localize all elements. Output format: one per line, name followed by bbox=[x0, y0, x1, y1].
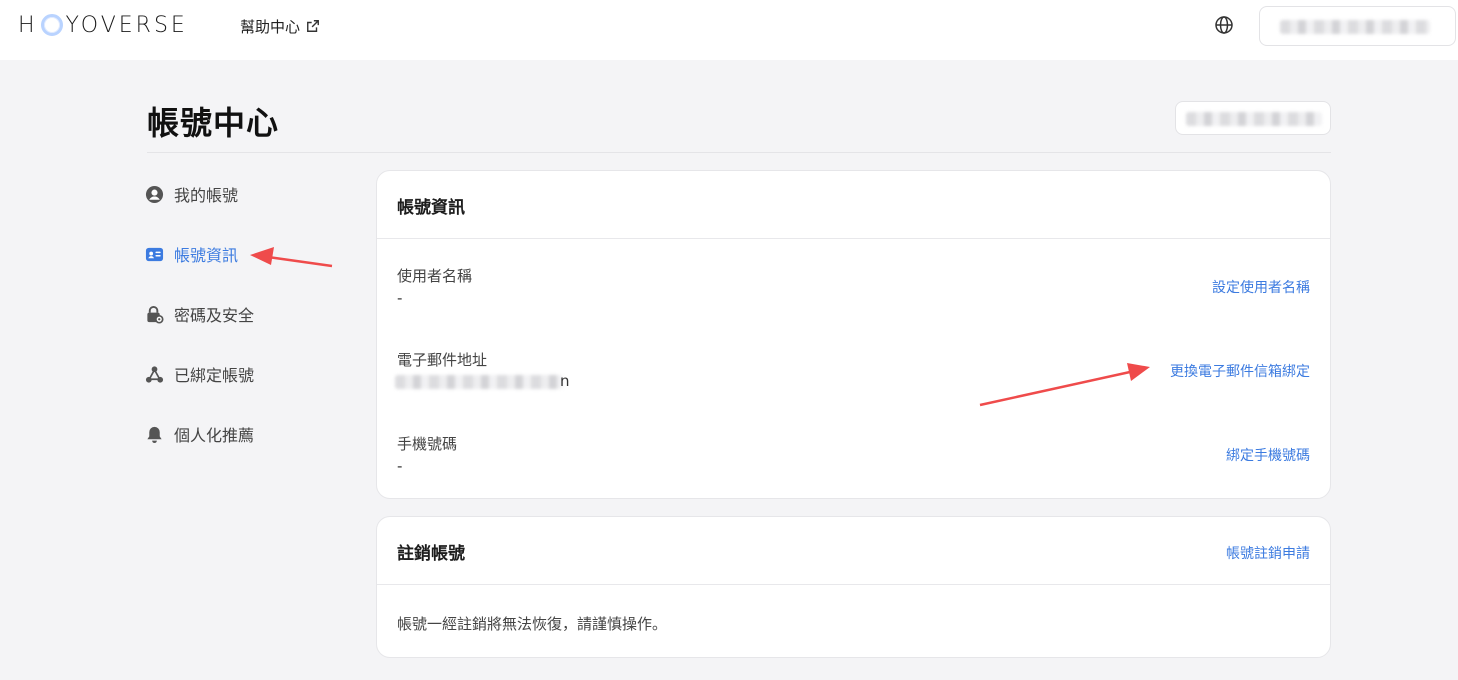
redacted-account-id bbox=[1186, 112, 1322, 126]
bind-phone-link[interactable]: 綁定手機號碼 bbox=[1226, 445, 1310, 465]
help-center-label: 幫助中心 bbox=[240, 17, 301, 36]
delete-account-request-link[interactable]: 帳號註銷申請 bbox=[1226, 543, 1310, 563]
username-value: - bbox=[397, 289, 403, 307]
account-info-card-header: 帳號資訊 bbox=[377, 171, 1330, 239]
delete-account-title: 註銷帳號 bbox=[397, 544, 465, 564]
header-divider bbox=[147, 152, 1331, 153]
redacted-email bbox=[395, 375, 563, 389]
sidebar-item-label: 帳號資訊 bbox=[174, 246, 239, 265]
account-id-pill[interactable] bbox=[1175, 101, 1331, 135]
top-bar: H YOVERSE 幫助中心 bbox=[0, 0, 1458, 60]
set-username-link[interactable]: 設定使用者名稱 bbox=[1212, 277, 1310, 297]
page-title: 帳號中心 bbox=[147, 104, 280, 142]
hoyoverse-logo[interactable]: H YOVERSE bbox=[18, 12, 188, 38]
email-value-suffix: n bbox=[560, 372, 570, 390]
help-center-link[interactable]: 幫助中心 bbox=[240, 16, 320, 36]
sidebar-item-personalized-recommendations[interactable]: 個人化推薦 bbox=[145, 422, 254, 446]
sidebar-item-account-info[interactable]: 帳號資訊 bbox=[145, 242, 238, 266]
redacted-username bbox=[1280, 20, 1430, 34]
phone-value: - bbox=[397, 457, 403, 475]
bell-icon bbox=[147, 426, 162, 443]
id-card-icon bbox=[145, 247, 164, 261]
sidebar-item-linked-accounts[interactable]: 已綁定帳號 bbox=[145, 362, 254, 386]
sidebar-item-label: 我的帳號 bbox=[174, 186, 239, 205]
account-info-card: 帳號資訊 使用者名稱 - 設定使用者名稱 電子郵件地址 n 更換電子郵件信箱綁定… bbox=[376, 170, 1331, 499]
lock-key-icon bbox=[147, 305, 164, 324]
logo-ring-icon bbox=[40, 14, 63, 36]
email-label: 電子郵件地址 bbox=[397, 351, 488, 369]
user-circle-icon bbox=[145, 185, 164, 203]
delete-account-warning: 帳號一經註銷將無法恢復，請謹慎操作。 bbox=[397, 615, 668, 633]
user-account-menu[interactable] bbox=[1259, 6, 1456, 46]
sidebar-item-my-account[interactable]: 我的帳號 bbox=[145, 182, 238, 206]
change-email-link[interactable]: 更換電子郵件信箱綁定 bbox=[1170, 361, 1310, 381]
sidebar-item-label: 已綁定帳號 bbox=[174, 366, 255, 385]
sidebar-item-label: 個人化推薦 bbox=[174, 426, 255, 445]
globe-icon[interactable] bbox=[1214, 15, 1234, 35]
delete-account-card: 註銷帳號 帳號註銷申請 帳號一經註銷將無法恢復，請謹慎操作。 bbox=[376, 516, 1331, 658]
username-label: 使用者名稱 bbox=[397, 267, 473, 285]
linked-nodes-icon bbox=[145, 365, 164, 383]
delete-account-card-header: 註銷帳號 帳號註銷申請 bbox=[377, 517, 1330, 585]
logo-text-right: YOVERSE bbox=[65, 12, 188, 38]
sidebar-item-label: 密碼及安全 bbox=[174, 306, 255, 325]
external-link-icon bbox=[307, 20, 319, 32]
arrow-to-account-info bbox=[250, 247, 333, 268]
phone-label: 手機號碼 bbox=[397, 435, 458, 453]
logo-text-left: H bbox=[18, 12, 38, 38]
account-info-title: 帳號資訊 bbox=[397, 198, 465, 218]
sidebar-item-password-security[interactable]: 密碼及安全 bbox=[145, 302, 254, 326]
